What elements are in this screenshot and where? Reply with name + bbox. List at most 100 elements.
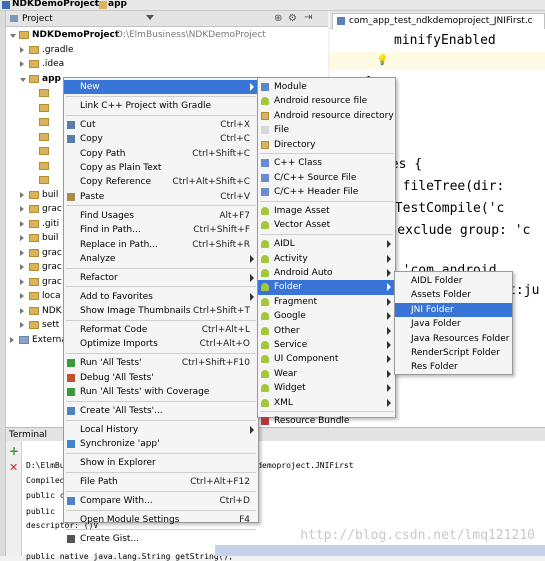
menu-item[interactable]: Other: [258, 324, 395, 338]
collapsed-arrow-icon[interactable]: [20, 220, 24, 227]
breadcrumb-project[interactable]: NDKDemoProject: [12, 0, 99, 9]
submenu-arrow-icon: [250, 273, 254, 282]
menu-item[interactable]: File Path Ctrl+Alt+F12: [64, 475, 258, 489]
menu-item[interactable]: AIDL Folder: [395, 274, 512, 288]
add-session-icon[interactable]: +: [9, 444, 19, 458]
collapsed-arrow-icon[interactable]: [20, 191, 24, 198]
collapsed-arrow-icon[interactable]: [20, 322, 24, 328]
menu-item[interactable]: New: [64, 80, 258, 95]
menu-item[interactable]: Activity: [258, 252, 395, 266]
collapsed-arrow-icon[interactable]: [20, 206, 24, 212]
menu-item[interactable]: Analyze: [64, 252, 258, 266]
menu-item[interactable]: Module: [258, 80, 395, 94]
menu-item-label: Directory: [274, 139, 316, 150]
menu-item[interactable]: Optimize Imports Ctrl+Alt+O: [64, 337, 258, 351]
editor-tab[interactable]: com_app_test_ndkdemoproject_JNIFirst.c: [332, 13, 545, 29]
settings-icon[interactable]: ⚙: [288, 13, 297, 24]
menu-item[interactable]: Link C++ Project with Gradle: [64, 99, 258, 113]
menu-item[interactable]: Copy Ctrl+C: [64, 132, 258, 146]
collapsed-arrow-icon[interactable]: [20, 249, 24, 256]
menu-item[interactable]: Local History: [64, 423, 258, 437]
menu-item[interactable]: Cut Ctrl+X: [64, 118, 258, 132]
menu-item[interactable]: C/C++ Header File: [258, 185, 395, 199]
menu-item[interactable]: Wear: [258, 367, 395, 381]
tree-item[interactable]: .idea: [6, 58, 326, 72]
droid-icon: [261, 207, 269, 215]
menu-item[interactable]: Copy as Plain Text: [64, 161, 258, 175]
menu-item[interactable]: Add to Favorites: [64, 290, 258, 304]
collapsed-arrow-icon[interactable]: [10, 336, 14, 343]
cpp-icon: [261, 159, 269, 168]
collapsed-arrow-icon[interactable]: [20, 278, 24, 285]
menu-item[interactable]: Create 'All Tests'...: [64, 404, 258, 418]
expanded-arrow-icon[interactable]: [20, 77, 26, 82]
menu-item[interactable]: Folder: [258, 280, 395, 295]
expanded-arrow-icon[interactable]: [10, 34, 16, 38]
menu-item[interactable]: Image Asset: [258, 204, 395, 218]
menu-item[interactable]: Run 'All Tests' with Coverage: [64, 385, 258, 399]
breadcrumb-module[interactable]: app: [108, 0, 127, 9]
collapsed-arrow-icon[interactable]: [20, 293, 24, 299]
menu-item[interactable]: Res Folder: [395, 360, 512, 374]
menu-item[interactable]: Fragment: [258, 295, 395, 309]
chevron-down-icon[interactable]: [146, 15, 154, 20]
tree-item[interactable]: .gradle: [6, 44, 326, 58]
menu-item[interactable]: Resource Bundle: [258, 414, 395, 428]
menu-item[interactable]: Show in Explorer: [64, 456, 258, 470]
menu-item[interactable]: File: [258, 123, 395, 137]
collapsed-arrow-icon[interactable]: [20, 307, 24, 314]
menu-item[interactable]: C++ Class: [258, 156, 395, 170]
menu-item[interactable]: C/C++ Source File: [258, 171, 395, 185]
menu-item[interactable]: Refactor: [64, 271, 258, 285]
menu-item[interactable]: RenderScript Folder: [395, 346, 512, 360]
droid-icon: [261, 283, 269, 292]
menu-separator: [66, 419, 256, 421]
collapsed-arrow-icon[interactable]: [20, 61, 24, 67]
menu-item[interactable]: XML: [258, 396, 395, 410]
menu-item[interactable]: Android resource directory: [258, 109, 395, 123]
menu-item[interactable]: Show Image Thumbnails Ctrl+Shift+T: [64, 304, 258, 318]
menu-item[interactable]: Android Auto: [258, 266, 395, 280]
menu-item[interactable]: Open Module Settings F4: [64, 513, 258, 527]
menu-item[interactable]: Copy Reference Ctrl+Alt+Shift+C: [64, 175, 258, 189]
menu-item-label: Copy as Plain Text: [80, 163, 162, 173]
menu-item[interactable]: Copy Path Ctrl+Shift+C: [64, 147, 258, 161]
menu-separator: [260, 200, 393, 202]
menu-item[interactable]: Find Usages Alt+F7: [64, 209, 258, 223]
menu-item[interactable]: Create Gist...: [64, 532, 258, 546]
menu-item[interactable]: Java Folder: [395, 317, 512, 331]
context-menu: New Link C++ Project with Gradle Cut Ctrl+X…: [63, 77, 259, 544]
menu-item[interactable]: Replace in Path... Ctrl+Shift+R: [64, 238, 258, 252]
lightbulb-icon[interactable]: 💡: [376, 55, 388, 66]
menu-item[interactable]: Directory: [258, 138, 395, 152]
menu-item[interactable]: Widget: [258, 381, 395, 395]
project-view-selector[interactable]: Project: [22, 14, 53, 24]
collapsed-arrow-icon[interactable]: [20, 235, 24, 241]
menu-item[interactable]: JNI Folder: [395, 302, 512, 318]
menu-item[interactable]: Android resource file: [258, 94, 395, 108]
tree-item[interactable]: NDKDemoProject D:\ElmBusiness\NDKDemoProj…: [6, 29, 326, 43]
editor-tab-label: com_app_test_ndkdemoproject_JNIFirst.c: [349, 16, 533, 26]
collapsed-arrow-icon[interactable]: [20, 46, 24, 53]
close-session-icon[interactable]: ✕: [9, 461, 18, 474]
menu-item[interactable]: Vector Asset: [258, 218, 395, 232]
menu-item[interactable]: Synchronize 'app': [64, 437, 258, 451]
menu-item[interactable]: Find in Path... Ctrl+Shift+F: [64, 223, 258, 237]
hide-panel-icon[interactable]: ⇥: [304, 12, 312, 23]
droid-icon: [261, 355, 269, 364]
sync-tree-icon[interactable]: ⊕: [274, 13, 282, 24]
menu-item[interactable]: AIDL: [258, 237, 395, 251]
menu-item[interactable]: Assets Folder: [395, 288, 512, 302]
collapsed-arrow-icon[interactable]: [20, 264, 24, 270]
menu-item[interactable]: Run 'All Tests' Ctrl+Shift+F10: [64, 356, 258, 370]
menu-item[interactable]: Service: [258, 338, 395, 352]
menu-item[interactable]: Reformat Code Ctrl+Alt+L: [64, 323, 258, 337]
menu-item-label: Fragment: [274, 296, 317, 307]
menu-item[interactable]: Paste Ctrl+V: [64, 190, 258, 204]
menu-item[interactable]: Google: [258, 309, 395, 323]
folder-icon: [29, 263, 39, 271]
menu-item[interactable]: Java Resources Folder: [395, 332, 512, 346]
menu-item[interactable]: Debug 'All Tests': [64, 371, 258, 385]
menu-item[interactable]: UI Component: [258, 352, 395, 366]
menu-item[interactable]: Compare With... Ctrl+D: [64, 494, 258, 508]
